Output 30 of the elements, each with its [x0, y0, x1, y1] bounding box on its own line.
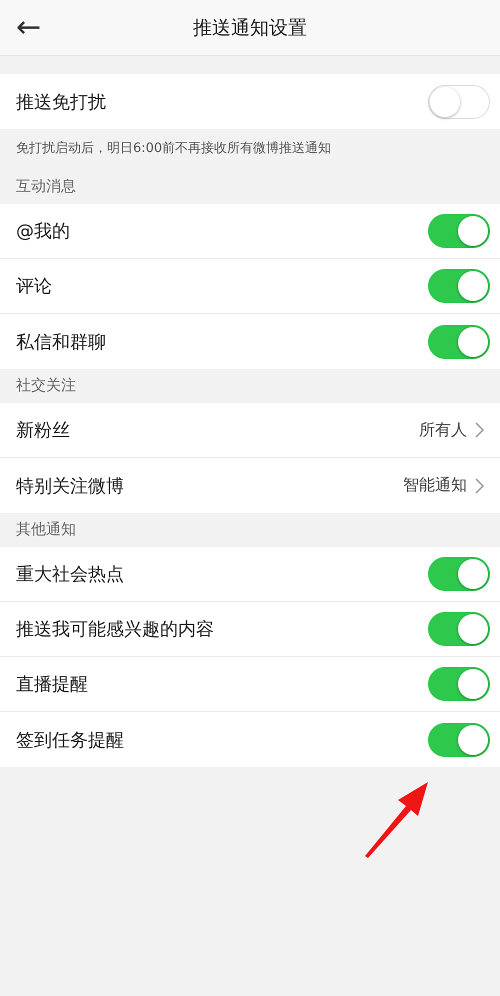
toggle-switch[interactable] — [428, 269, 490, 303]
toggle-switch[interactable] — [428, 667, 490, 701]
setting-value: 智能通知 — [403, 475, 467, 496]
setting-label: 推送免打扰 — [16, 90, 107, 114]
toggle-switch[interactable] — [428, 612, 490, 646]
toggle-switch[interactable] — [428, 214, 490, 248]
toggle-switch[interactable] — [428, 722, 490, 756]
section-header: 其他通知 — [16, 520, 76, 539]
chevron-icon — [475, 478, 484, 494]
toggle-switch[interactable] — [428, 324, 490, 358]
toggle-switch[interactable] — [428, 84, 490, 118]
chevron-icon — [475, 422, 484, 438]
setting-label: 重大社会热点 — [16, 563, 125, 586]
back-button[interactable]: ← — [0, 12, 58, 42]
setting-row[interactable]: 新粉丝 所有人 — [0, 403, 500, 458]
hint-text: 免打扰启动后，明日6:00前不再接收所有微博推送通知 — [16, 141, 332, 156]
setting-value: 所有人 — [419, 420, 467, 440]
page-title: 推送通知设置 — [193, 16, 307, 38]
setting-label: 新粉丝 — [16, 419, 71, 442]
toggle-switch[interactable] — [428, 557, 490, 591]
setting-label: 推送我可能感兴趣的内容 — [16, 618, 215, 641]
setting-label: 签到任务提醒 — [16, 728, 125, 752]
setting-label: @我的 — [16, 220, 71, 243]
setting-label: 评论 — [16, 275, 53, 298]
setting-row[interactable]: 特别关注微博 智能通知 — [0, 458, 500, 513]
setting-label: 特别关注微博 — [16, 474, 125, 498]
section-header: 社交关注 — [16, 376, 76, 395]
section-header: 互动消息 — [16, 177, 76, 196]
setting-label: 私信和群聊 — [16, 330, 107, 354]
setting-label: 直播提醒 — [16, 673, 89, 696]
